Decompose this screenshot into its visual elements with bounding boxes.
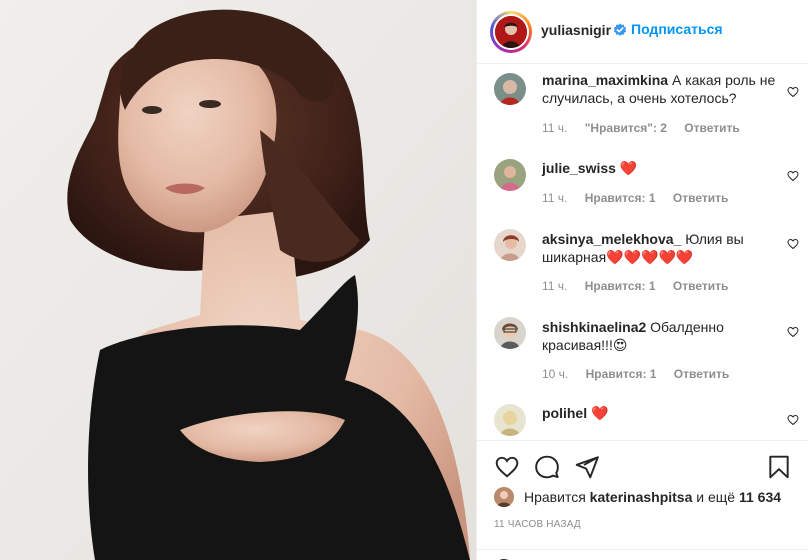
- commenter-avatar[interactable]: [494, 229, 526, 261]
- comment-body: ❤️: [591, 405, 609, 421]
- instagram-post: yuliasnigir Подписаться marina_maximkina…: [0, 0, 808, 560]
- paper-plane-icon[interactable]: [574, 454, 600, 480]
- comment-text: julie_swiss ❤️: [542, 159, 782, 177]
- comment-username[interactable]: marina_maximkina: [542, 72, 668, 88]
- likes-middle: и ещё: [696, 489, 736, 505]
- comment-like-heart-icon[interactable]: [787, 326, 799, 338]
- post-header: yuliasnigir Подписаться: [477, 0, 808, 64]
- comment-like-heart-icon[interactable]: [787, 170, 799, 182]
- comment-meta: 11 ч. "Нравится": 2 Ответить: [542, 121, 754, 135]
- comment-text: marina_maximkina А какая роль не случила…: [542, 71, 782, 107]
- commenter-avatar[interactable]: [494, 73, 526, 105]
- comment-likes[interactable]: Нравится: 1: [585, 279, 656, 293]
- comment-time[interactable]: 10 ч.: [542, 367, 568, 381]
- comment-time[interactable]: 11 ч.: [542, 191, 567, 205]
- reply-button[interactable]: Ответить: [673, 279, 728, 293]
- post-photo[interactable]: [0, 0, 476, 560]
- comment-like-heart-icon[interactable]: [787, 238, 799, 250]
- commenter-avatar[interactable]: [494, 317, 526, 349]
- comment-text: aksinya_melekhova_ Юлия вы шикарная❤️❤️❤…: [542, 230, 782, 266]
- comment-username[interactable]: aksinya_melekhova_: [542, 231, 681, 247]
- post-actions: Нравится katerinashpitsa и ещё 11 634 11…: [477, 440, 808, 560]
- reply-button[interactable]: Ответить: [674, 367, 729, 381]
- comment-likes[interactable]: Нравится: 1: [586, 367, 657, 381]
- comment-meta: 11 ч. Нравится: 1 Ответить: [542, 279, 742, 293]
- comment-bubble-icon[interactable]: [534, 454, 560, 480]
- comment-meta: 11 ч. Нравится: 1 Ответить: [542, 191, 742, 205]
- comment-username[interactable]: julie_swiss: [542, 160, 616, 176]
- author-username[interactable]: yuliasnigir: [541, 22, 611, 38]
- verified-badge-icon: [613, 23, 627, 36]
- comment-meta: 10 ч. Нравится: 1 Ответить: [542, 367, 743, 381]
- reply-button[interactable]: Ответить: [684, 121, 739, 135]
- commenter-avatar[interactable]: [494, 159, 526, 191]
- liker-avatar[interactable]: [494, 487, 514, 507]
- comment-body: ❤️: [619, 160, 638, 176]
- comment-likes[interactable]: Нравится: 1: [585, 191, 656, 205]
- comment-username[interactable]: polihel: [542, 405, 587, 421]
- commenter-avatar[interactable]: [494, 404, 526, 436]
- bookmark-icon[interactable]: [766, 454, 792, 480]
- post-side-panel: yuliasnigir Подписаться marina_maximkina…: [476, 0, 808, 560]
- comment-text: polihel ❤️: [542, 404, 782, 422]
- comment-time[interactable]: 11 ч.: [542, 279, 567, 293]
- comments-list[interactable]: marina_maximkina А какая роль не случила…: [477, 64, 808, 440]
- comment-username[interactable]: shishkinaelina2: [542, 319, 646, 335]
- likes-count[interactable]: 11 634: [739, 489, 781, 505]
- comment-text: shishkinaelina2 Обалденно красивая!!!😍: [542, 318, 782, 354]
- comment-like-heart-icon[interactable]: [787, 414, 799, 426]
- comment-likes[interactable]: "Нравится": 2: [585, 121, 667, 135]
- likes-summary[interactable]: Нравится katerinashpitsa и ещё 11 634: [494, 487, 781, 507]
- portrait-illustration: [0, 0, 476, 560]
- post-timestamp[interactable]: 11 часов назад: [494, 519, 581, 530]
- author-avatar[interactable]: [490, 11, 532, 53]
- reply-button[interactable]: Ответить: [673, 191, 728, 205]
- comment-like-heart-icon[interactable]: [787, 86, 799, 98]
- follow-button[interactable]: Подписаться: [631, 21, 723, 37]
- comment-time[interactable]: 11 ч.: [542, 121, 567, 135]
- add-comment-bar[interactable]: [477, 549, 808, 560]
- heart-outline-icon[interactable]: [494, 454, 520, 480]
- liker-username[interactable]: katerinashpitsa: [590, 489, 693, 505]
- likes-prefix: Нравится: [524, 489, 586, 505]
